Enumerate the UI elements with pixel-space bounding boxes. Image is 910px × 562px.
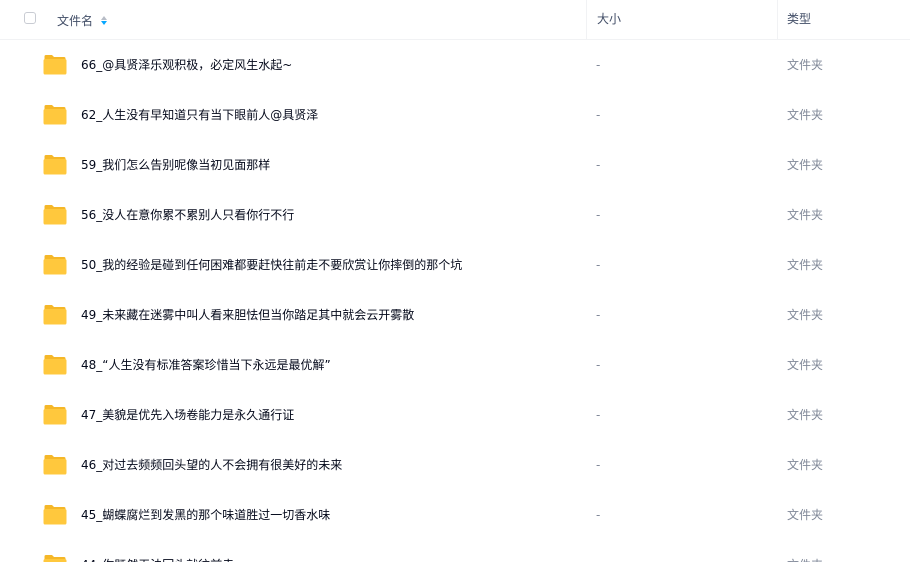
file-size: - (596, 108, 601, 122)
folder-icon (43, 154, 67, 175)
folder-icon (43, 304, 67, 325)
file-name[interactable]: 59_我们怎么告别呢像当初见面那样 (81, 140, 270, 190)
file-size: - (596, 508, 601, 522)
file-name[interactable]: 44_你既然无法回头就往前走 (81, 540, 234, 562)
file-name[interactable]: 50_我的经验是碰到任何困难都要赶快往前走不要欣赏让你摔倒的那个坑 (81, 240, 462, 290)
file-type: 文件夹 (787, 540, 823, 562)
file-name[interactable]: 49_未来藏在迷雾中叫人看来胆怯但当你踏足其中就会云开雾散 (81, 290, 414, 340)
file-size: - (596, 308, 601, 322)
column-header-name-label: 文件名 (57, 14, 94, 28)
folder-icon (43, 54, 67, 75)
file-name[interactable]: 62_人生没有早知道只有当下眼前人@具贤泽 (81, 90, 318, 140)
file-size: - (596, 358, 601, 372)
column-header-size-label: 大小 (597, 12, 622, 26)
table-row[interactable]: 56_没人在意你累不累别人只看你行不行 - 文件夹 (0, 190, 910, 240)
file-name[interactable]: 47_美貌是优先入场卷能力是永久通行证 (81, 390, 294, 440)
table-row[interactable]: 47_美貌是优先入场卷能力是永久通行证 - 文件夹 (0, 390, 910, 440)
table-row[interactable]: 48_“人生没有标准答案珍惜当下永远是最优解” - 文件夹 (0, 340, 910, 390)
file-name[interactable]: 48_“人生没有标准答案珍惜当下永远是最优解” (81, 340, 331, 390)
file-type: 文件夹 (787, 308, 824, 322)
table-row[interactable]: 66_@具贤泽乐观积极，必定风生水起~ - 文件夹 (0, 40, 910, 90)
select-all-checkbox[interactable] (24, 12, 36, 24)
file-name[interactable]: 46_对过去频频回头望的人不会拥有很美好的未来 (81, 440, 342, 490)
file-size: - (596, 540, 600, 562)
file-size: - (596, 58, 601, 72)
folder-icon (43, 504, 67, 525)
file-type: 文件夹 (787, 408, 824, 422)
column-header-type-label: 类型 (787, 12, 812, 26)
folder-icon (43, 204, 67, 225)
table-row[interactable]: 44_你既然无法回头就往前走 - 文件夹 (0, 540, 910, 562)
file-type: 文件夹 (787, 358, 824, 372)
sort-icon[interactable] (101, 16, 108, 25)
file-size: - (596, 208, 601, 222)
file-list: 文件名 大小 类型 66_@具贤泽乐观积极，必定风生水起~ - 文件夹 62_人生没有… (0, 0, 910, 562)
column-header-size[interactable]: 大小 (586, 0, 777, 39)
table-row[interactable]: 45_蝴蝶腐烂到发黑的那个味道胜过一切香水味 - 文件夹 (0, 490, 910, 540)
file-size: - (596, 458, 601, 472)
file-type: 文件夹 (787, 258, 824, 272)
file-size: - (596, 158, 601, 172)
file-size: - (596, 258, 601, 272)
file-type: 文件夹 (787, 58, 824, 72)
table-row[interactable]: 62_人生没有早知道只有当下眼前人@具贤泽 - 文件夹 (0, 90, 910, 140)
table-row[interactable]: 59_我们怎么告别呢像当初见面那样 - 文件夹 (0, 140, 910, 190)
file-type: 文件夹 (787, 458, 824, 472)
folder-icon (43, 554, 67, 562)
table-row[interactable]: 50_我的经验是碰到任何困难都要赶快往前走不要欣赏让你摔倒的那个坑 - 文件夹 (0, 240, 910, 290)
table-row[interactable]: 46_对过去频频回头望的人不会拥有很美好的未来 - 文件夹 (0, 440, 910, 490)
file-name[interactable]: 45_蝴蝶腐烂到发黑的那个味道胜过一切香水味 (81, 490, 330, 540)
file-type: 文件夹 (787, 158, 824, 172)
folder-icon (43, 404, 67, 425)
table-row[interactable]: 49_未来藏在迷雾中叫人看来胆怯但当你踏足其中就会云开雾散 - 文件夹 (0, 290, 910, 340)
folder-icon (43, 104, 67, 125)
column-header-name[interactable]: 文件名 (57, 12, 108, 29)
file-type: 文件夹 (787, 208, 824, 222)
file-type: 文件夹 (787, 508, 824, 522)
file-rows: 66_@具贤泽乐观积极，必定风生水起~ - 文件夹 62_人生没有早知道只有当下眼前人… (0, 40, 910, 562)
file-size: - (596, 408, 601, 422)
file-name[interactable]: 56_没人在意你累不累别人只看你行不行 (81, 190, 294, 240)
file-type: 文件夹 (787, 108, 824, 122)
folder-icon (43, 354, 67, 375)
folder-icon (43, 254, 67, 275)
file-name[interactable]: 66_@具贤泽乐观积极，必定风生水起~ (81, 40, 292, 90)
file-list-header: 文件名 大小 类型 (0, 0, 910, 40)
folder-icon (43, 454, 67, 475)
column-header-type[interactable]: 类型 (777, 0, 910, 39)
